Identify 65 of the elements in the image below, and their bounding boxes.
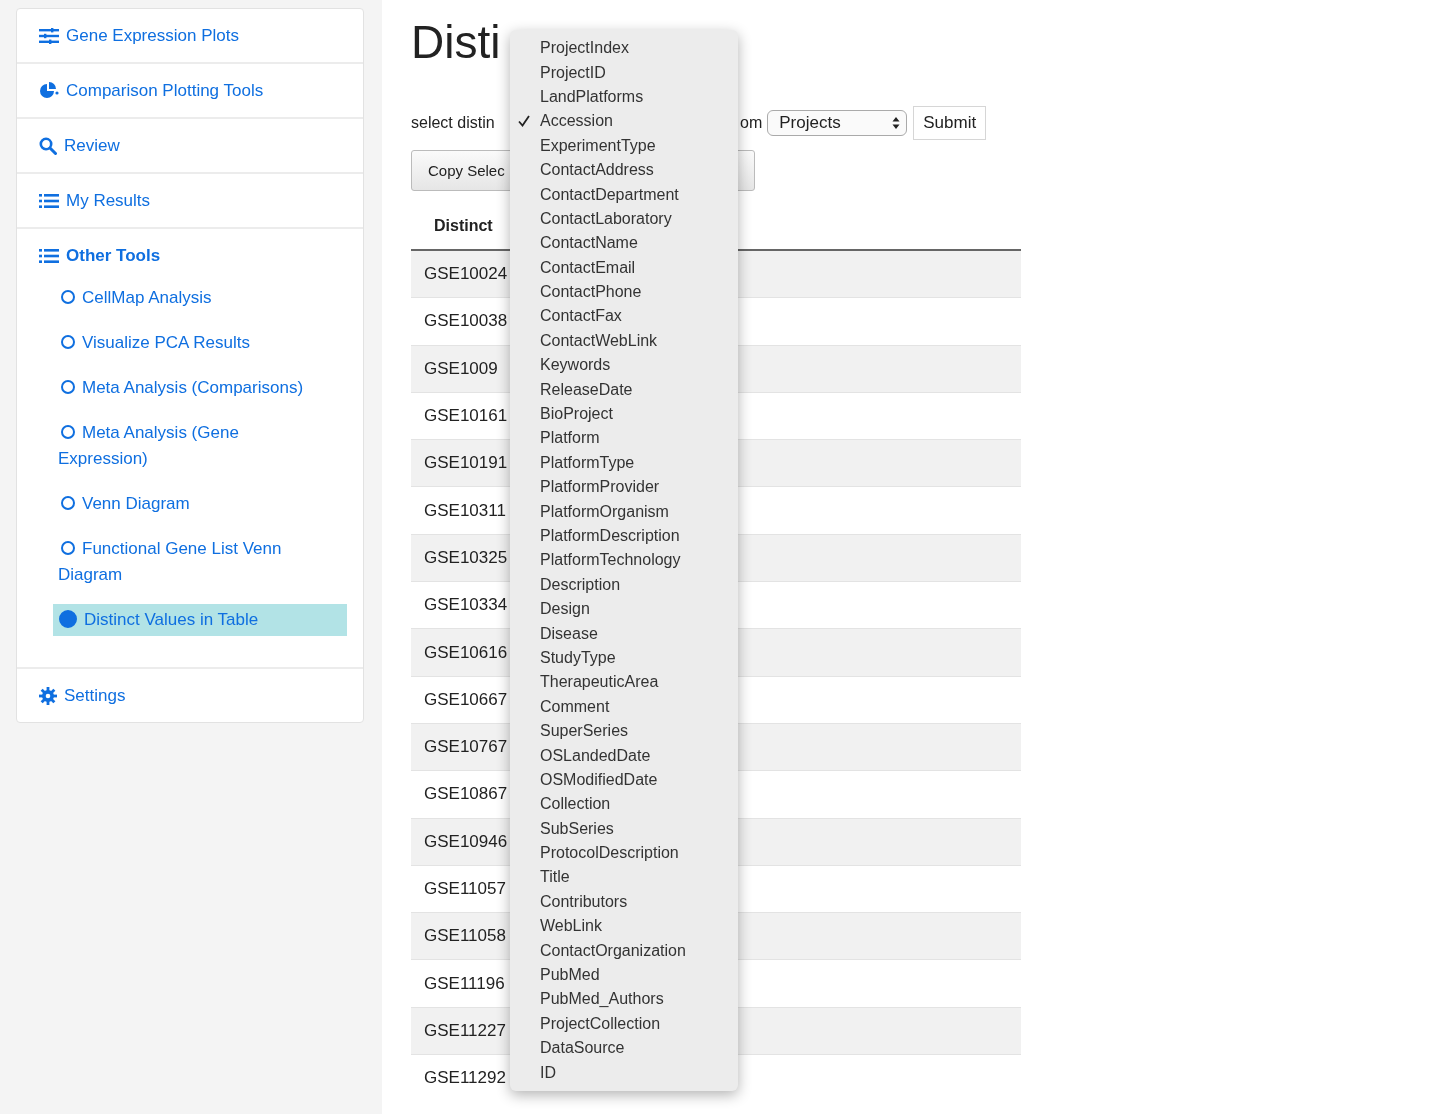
menu-item[interactable]: ID: [510, 1060, 738, 1085]
sidebar-item[interactable]: Settings: [17, 669, 363, 722]
item-label: My Results: [66, 190, 151, 211]
menu-item[interactable]: ExperimentType: [510, 133, 738, 158]
menu-item[interactable]: PlatformTechnology: [510, 548, 738, 573]
menu-item[interactable]: StudyType: [510, 645, 738, 671]
sidebar-subitem[interactable]: Venn Diagram: [53, 488, 347, 520]
pie-chart-icon: [39, 81, 59, 100]
menu-item[interactable]: Contributors: [510, 889, 738, 915]
sidebar-item[interactable]: Review: [17, 119, 363, 174]
menu-item[interactable]: BioProject: [510, 401, 738, 427]
menu-item[interactable]: ProjectCollection: [510, 1011, 738, 1036]
submit-button[interactable]: Submit: [913, 106, 987, 140]
sidebar-item[interactable]: Comparison Plotting Tools: [17, 64, 363, 119]
menu-item[interactable]: ProtocolDescription: [510, 840, 738, 866]
list-icon: [39, 247, 59, 264]
menu-item[interactable]: SubSeries: [510, 816, 738, 841]
sidebar-subitem[interactable]: CellMap Analysis: [53, 282, 347, 314]
circle-icon: [61, 496, 75, 510]
menu-item[interactable]: ContactEmail: [510, 255, 738, 280]
settings-icon: [39, 686, 57, 705]
table-select[interactable]: Projects: [767, 110, 908, 136]
item-label: Gene Expression Plots: [66, 25, 239, 46]
menu-item[interactable]: Comment: [510, 694, 738, 719]
menu-item[interactable]: OSLandedDate: [510, 743, 738, 768]
circle-icon: [61, 335, 75, 349]
stepper-icon: [892, 116, 901, 130]
menu-item[interactable]: Title: [510, 865, 738, 890]
circle-icon: [61, 425, 75, 439]
item-label: Review: [64, 135, 120, 156]
menu-item[interactable]: Accession: [510, 109, 738, 134]
menu-item[interactable]: ContactFax: [510, 304, 738, 329]
sidebar-item[interactable]: Gene Expression Plots: [17, 9, 363, 64]
item-label: Comparison Plotting Tools: [66, 80, 264, 101]
menu-item[interactable]: LandPlatforms: [510, 84, 738, 110]
menu-item[interactable]: ContactAddress: [510, 157, 738, 183]
sidebar-subitem[interactable]: Distinct Values in Table: [53, 604, 347, 636]
menu-item[interactable]: ContactLaboratory: [510, 206, 738, 232]
sidebar-subitem[interactable]: Meta Analysis (Comparisons): [53, 372, 347, 404]
menu-item[interactable]: Design: [510, 597, 738, 622]
search-icon: [39, 136, 57, 155]
sidebar-subitem[interactable]: Meta Analysis (Gene Expression): [53, 417, 347, 475]
sidebar-subitem[interactable]: Visualize PCA Results: [53, 327, 347, 359]
menu-item[interactable]: Collection: [510, 792, 738, 817]
sidebar-item[interactable]: My Results: [17, 174, 363, 229]
group-label: Other Tools: [66, 245, 161, 266]
menu-item[interactable]: PubMed: [510, 962, 738, 988]
query-label: select distin: [411, 114, 495, 131]
menu-item[interactable]: WebLink: [510, 914, 738, 939]
menu-item[interactable]: PlatformOrganism: [510, 499, 738, 524]
menu-item[interactable]: ProjectID: [510, 60, 738, 85]
filled-circle-icon: [59, 610, 77, 628]
query-label: om: [740, 114, 763, 132]
sliders-icon: [39, 27, 59, 44]
item-label: Settings: [64, 685, 126, 706]
menu-item[interactable]: ProjectIndex: [510, 36, 738, 61]
sidebar-subitem[interactable]: Functional Gene List Venn Diagram: [53, 533, 347, 591]
menu-item[interactable]: Keywords: [510, 353, 738, 378]
menu-item[interactable]: PlatformType: [510, 450, 738, 476]
circle-icon: [61, 541, 75, 555]
circle-icon: [61, 380, 75, 394]
list-icon: [39, 192, 59, 209]
page-title: Disti: [411, 16, 501, 68]
circle-icon: [61, 290, 75, 304]
sidebar-group[interactable]: Other Tools: [17, 229, 363, 282]
